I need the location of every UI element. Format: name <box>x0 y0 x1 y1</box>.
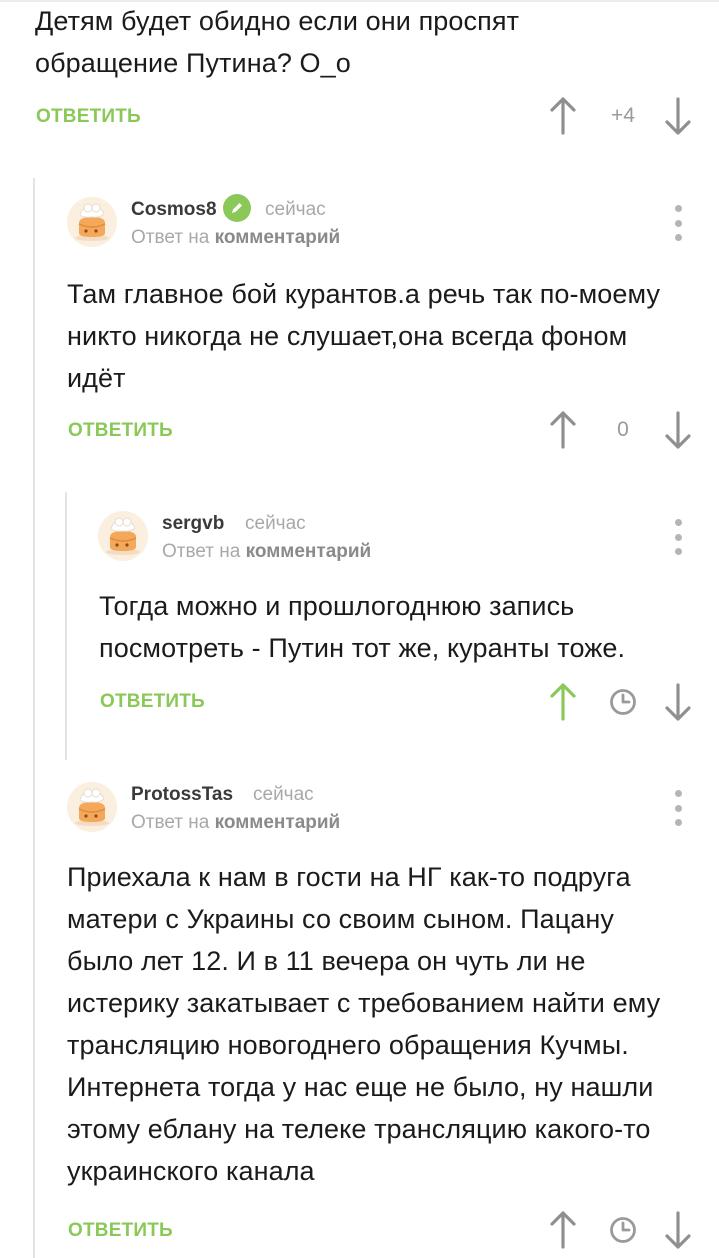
comment-time[interactable]: сейчас <box>253 784 314 806</box>
reply-to-link[interactable]: Ответ на комментарий <box>162 541 371 563</box>
vote-controls <box>548 682 698 722</box>
arrow-down-icon <box>663 1210 693 1250</box>
reply-to-target: комментарий <box>214 812 341 833</box>
arrow-down-icon <box>663 682 693 722</box>
downvote-button[interactable] <box>663 96 693 136</box>
arrow-up-icon <box>548 96 578 136</box>
avatar[interactable] <box>98 511 148 561</box>
comment-text-line: Там главное бой курантов.а речь так по-м… <box>67 279 661 309</box>
author-name[interactable]: sergvb <box>162 513 224 535</box>
arrow-down-icon <box>663 410 693 450</box>
comment-body: Тогда можно и прошлогоднюю запись посмот… <box>99 585 709 669</box>
comment-body: Приехала к нам в гости на НГ как-то подр… <box>67 856 712 1192</box>
comment-text-line: матери с Украины со своим сыном. Пацану <box>67 904 614 934</box>
upvote-button[interactable] <box>548 682 578 722</box>
reply-to-link[interactable]: Ответ на комментарий <box>131 812 340 834</box>
arrow-up-icon <box>548 410 578 450</box>
upvote-button[interactable] <box>548 410 578 450</box>
author-name[interactable]: Cosmos8 <box>131 199 217 221</box>
comment-text-line: Тогда можно и прошлогоднюю запись <box>99 591 575 621</box>
comment-text-line: истерику закатывает с требованием найти … <box>67 988 661 1018</box>
comment-text-line: было лет 12. И в 11 вечера он чуть ли не <box>67 946 586 976</box>
reply-to-target: комментарий <box>214 227 341 248</box>
comment-text-line: Детям будет обидно если они проспят <box>35 6 520 36</box>
vote-controls: 0 <box>548 410 698 450</box>
comment-text-line: идёт <box>67 363 126 393</box>
reply-button[interactable]: ОТВЕТИТЬ <box>68 1220 173 1242</box>
avatar[interactable] <box>67 197 117 247</box>
arrow-down-icon <box>663 96 693 136</box>
comment-body: Там главное бой курантов.а речь так по-м… <box>67 273 707 399</box>
reply-to-prefix: Ответ на <box>131 227 210 248</box>
more-vertical-icon[interactable] <box>668 790 688 826</box>
upvote-button[interactable] <box>548 1210 578 1250</box>
comment-parent: Детям будет обидно если они проспят обра… <box>0 0 719 150</box>
reply-button[interactable]: ОТВЕТИТЬ <box>68 420 173 442</box>
rating-value: +4 <box>611 104 635 127</box>
upvote-button[interactable] <box>548 96 578 136</box>
reply-button[interactable]: ОТВЕТИТЬ <box>36 106 141 128</box>
comment-text-line: посмотреть - Путин тот же, куранты тоже. <box>99 633 626 663</box>
downvote-button[interactable] <box>663 1210 693 1250</box>
comment-protosstas: ProtossTas сейчас Ответ на комментарий П… <box>0 776 719 1258</box>
comment-text-line: Интернета тогда у нас еще не было, ну на… <box>67 1072 654 1102</box>
downvote-button[interactable] <box>663 682 693 722</box>
reply-button[interactable]: ОТВЕТИТЬ <box>100 691 205 713</box>
comment-body: Детям будет обидно если они проспят обра… <box>35 0 695 84</box>
vote-controls <box>548 1210 698 1250</box>
clock-icon <box>608 687 638 717</box>
avatar[interactable] <box>67 782 117 832</box>
more-vertical-icon[interactable] <box>668 205 688 241</box>
downvote-button[interactable] <box>663 410 693 450</box>
reply-to-prefix: Ответ на <box>131 812 210 833</box>
clock-icon <box>608 1215 638 1245</box>
comment-time[interactable]: сейчас <box>245 513 306 535</box>
reply-to-prefix: Ответ на <box>162 541 241 562</box>
rating-pending <box>598 682 648 722</box>
reply-to-target: комментарий <box>245 541 372 562</box>
arrow-up-icon <box>548 1210 578 1250</box>
arrow-up-active-icon <box>548 682 578 722</box>
more-vertical-icon[interactable] <box>668 519 688 555</box>
comment-text-line: обращение Путина? О_о <box>35 48 351 78</box>
comment-text-line: трансляцию новогоднего обращения Кучмы. <box>67 1030 629 1060</box>
vote-controls: +4 <box>548 96 698 136</box>
comment-text-line: Приехала к нам в гости на НГ как-то подр… <box>67 862 631 892</box>
comment-text-line: украинского канала <box>67 1156 315 1186</box>
comment-text-line: этому еблану на телеке трансляцию какого… <box>67 1114 651 1144</box>
comment-time[interactable]: сейчас <box>265 199 326 221</box>
rating-pending <box>598 1210 648 1250</box>
comment-cosmos8: Cosmos8 сейчас Ответ на комментарий Там … <box>0 190 719 460</box>
comment-sergvb: sergvb сейчас Ответ на комментарий Тогда… <box>0 505 719 745</box>
reply-to-link[interactable]: Ответ на комментарий <box>131 227 340 249</box>
verified-pencil-icon <box>223 194 251 222</box>
comment-text-line: никто никогда не слушает,она всегда фоно… <box>67 321 628 351</box>
rating-value: 0 <box>617 418 629 441</box>
author-name[interactable]: ProtossTas <box>131 784 233 806</box>
